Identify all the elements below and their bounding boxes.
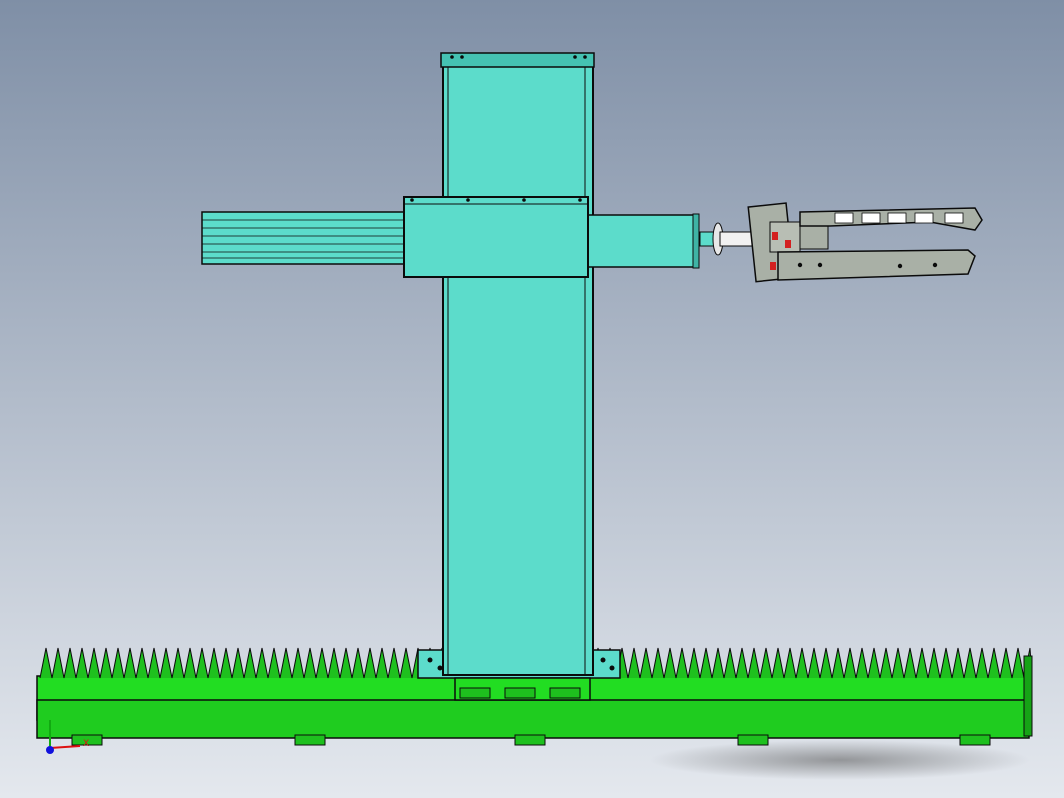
rail-foot: [959, 734, 991, 746]
rail-foot: [514, 734, 546, 746]
gantry-robot-model[interactable]: X: [0, 0, 1064, 798]
cad-viewport[interactable]: X: [0, 0, 1064, 798]
vertical-column: [440, 52, 595, 676]
rail-beam-lower: [36, 699, 1030, 739]
triad-x-label: X: [83, 739, 89, 749]
arm-end-plate: [692, 213, 700, 269]
arm-right-profile: [584, 214, 699, 268]
column-top-cap: [440, 52, 595, 68]
arm-carriage: [403, 196, 589, 278]
rail-foot: [294, 734, 326, 746]
rail-foot: [737, 734, 769, 746]
rail-end-cap: [1023, 655, 1033, 737]
column-body: [442, 59, 594, 676]
floor-shadow: [650, 740, 1030, 780]
